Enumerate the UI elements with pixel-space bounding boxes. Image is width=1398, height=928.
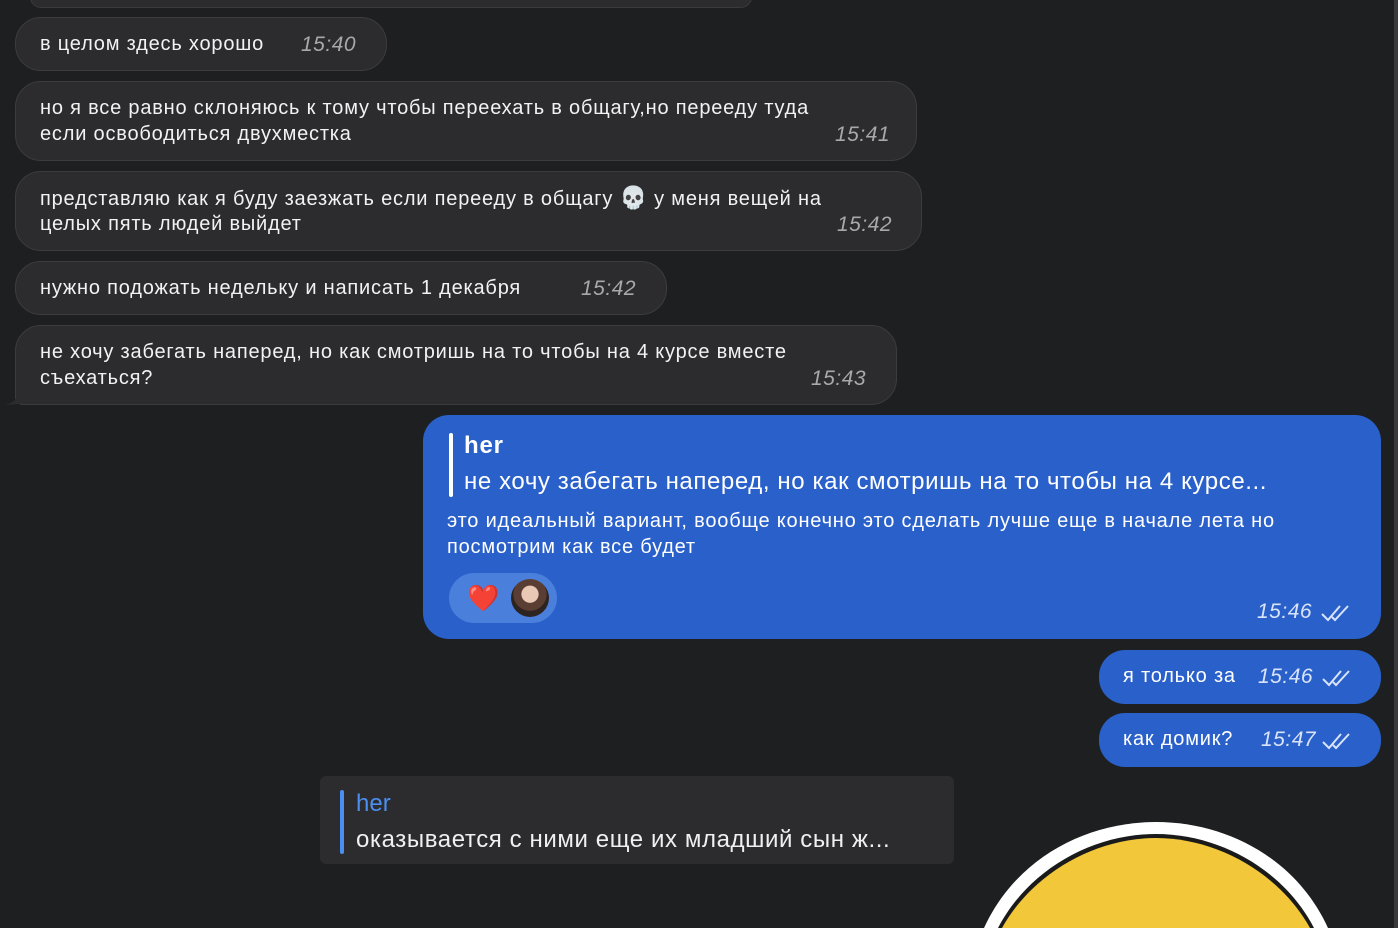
message-text: как домик?	[1123, 728, 1234, 750]
outgoing-message[interactable]: как домик? 15:47	[1099, 713, 1381, 767]
message-time: 15:41	[835, 123, 891, 146]
message-time: 15:46	[1257, 600, 1313, 623]
reply-quote-bar	[449, 433, 453, 497]
message-time: 15:47	[1261, 728, 1317, 751]
message-text-line: целых пять людей выйдет	[40, 213, 302, 235]
outgoing-message[interactable]: я только за 15:46	[1099, 650, 1381, 704]
previous-message-bubble[interactable]	[30, 0, 752, 8]
message-text-line: это идеальный вариант, вообще конечно эт…	[447, 510, 1275, 532]
double-check-icon	[1322, 670, 1350, 687]
incoming-message[interactable]: представляю как я буду заезжать если пер…	[15, 171, 922, 251]
reply-quote-bar	[340, 790, 344, 854]
reactions-pill[interactable]: ❤️	[449, 573, 557, 623]
reply-quote-name: her	[464, 432, 504, 459]
skull-emoji-icon: 💀	[619, 185, 648, 210]
sticker-reply-header[interactable]: her оказывается с ними еще их младший сы…	[320, 776, 954, 864]
message-text-line: но я все равно склоняюсь к тому чтобы пе…	[40, 97, 810, 119]
reaction-avatar	[511, 579, 549, 617]
message-text: я только за	[1123, 665, 1236, 687]
heart-reaction-icon: ❤️	[467, 583, 501, 613]
message-text-line: посмотрим как все будет	[447, 536, 696, 558]
bubble-tail-icon	[4, 388, 24, 405]
message-time: 15:42	[581, 277, 637, 300]
outgoing-reply-message[interactable]: her не хочу забегать наперед, но как смо…	[423, 415, 1381, 639]
incoming-message[interactable]: не хочу забегать наперед, но как смотриш…	[15, 325, 897, 405]
message-text-line: не хочу забегать наперед, но как смотриш…	[40, 341, 787, 363]
smiley-sticker[interactable]	[976, 818, 1336, 928]
reply-quote-text: оказывается с ними еще их младший сын ж.…	[356, 826, 891, 853]
message-text: нужно подожать недельку и написать 1 дек…	[40, 277, 522, 299]
message-time: 15:40	[301, 33, 357, 56]
message-text: у меня вещей на	[654, 188, 822, 210]
chat-view: в целом здесь хорошо 15:40 но я все равн…	[0, 0, 1398, 928]
reply-quote-name: her	[356, 790, 391, 817]
message-text: представляю как я буду заезжать если пер…	[40, 188, 614, 210]
message-text-line: съехаться?	[40, 367, 154, 389]
reply-quote-text: не хочу забегать наперед, но как смотриш…	[464, 468, 1268, 495]
incoming-message[interactable]: в целом здесь хорошо 15:40	[15, 17, 387, 71]
message-time: 15:42	[837, 213, 893, 236]
double-check-icon	[1321, 605, 1349, 622]
incoming-message[interactable]: нужно подожать недельку и написать 1 дек…	[15, 261, 667, 315]
scrollbar-track[interactable]	[1394, 0, 1398, 928]
message-text-line: если освободиться двухместка	[40, 123, 352, 145]
message-time: 15:43	[811, 367, 867, 390]
message-text: в целом здесь хорошо	[40, 33, 265, 55]
incoming-message[interactable]: но я все равно склоняюсь к тому чтобы пе…	[15, 81, 917, 161]
message-time: 15:46	[1258, 665, 1314, 688]
double-check-icon	[1322, 733, 1350, 750]
